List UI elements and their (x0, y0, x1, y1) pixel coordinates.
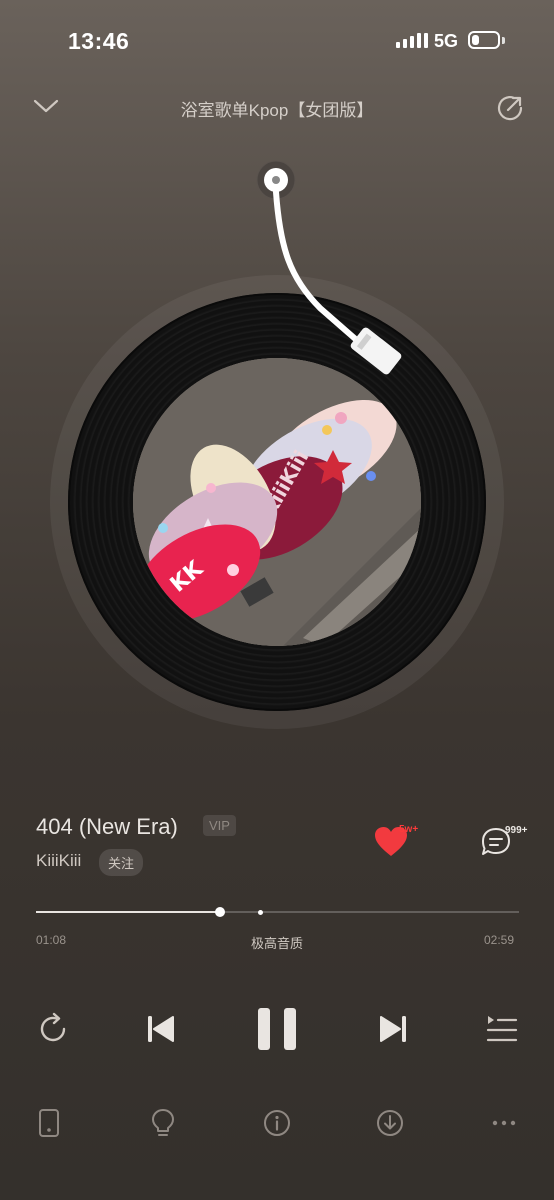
next-icon[interactable] (378, 1013, 408, 1045)
previous-icon[interactable] (146, 1013, 176, 1045)
quality-label[interactable]: 极高音质 (0, 933, 554, 952)
download-icon[interactable] (376, 1109, 404, 1137)
artist-name[interactable]: KiiiKiii (36, 851, 81, 871)
progress-knob[interactable] (214, 907, 225, 917)
battery-cap (502, 37, 505, 44)
status-time: 13:46 (68, 28, 130, 54)
repeat-icon[interactable] (36, 1012, 70, 1046)
pause-icon[interactable] (256, 1006, 298, 1052)
playlist-icon[interactable] (486, 1013, 518, 1045)
info-icon[interactable] (263, 1109, 291, 1137)
like-count: 5w+ (399, 824, 419, 835)
playlist-title: 浴室歌单Kpop【女团版】 (180, 101, 374, 120)
network-type: 5G (434, 31, 459, 51)
follow-button[interactable]: 关注 (99, 849, 144, 876)
more-icon[interactable] (491, 1118, 517, 1128)
vip-badge: VIP (203, 815, 236, 836)
lightbulb-icon[interactable] (151, 1108, 175, 1138)
device-icon[interactable] (38, 1108, 60, 1138)
duration: 02:59 (484, 933, 515, 947)
share-icon[interactable] (494, 92, 526, 124)
comment-count: 999+ (505, 825, 528, 836)
progress-fill (36, 911, 220, 913)
tonearm (250, 158, 420, 398)
album-cover: KiiiKiii KK (133, 358, 421, 646)
song-title: 404 (New Era) (36, 814, 178, 839)
signal-icon (396, 33, 428, 48)
battery-icon (468, 31, 500, 49)
buffer-marker (258, 910, 264, 915)
